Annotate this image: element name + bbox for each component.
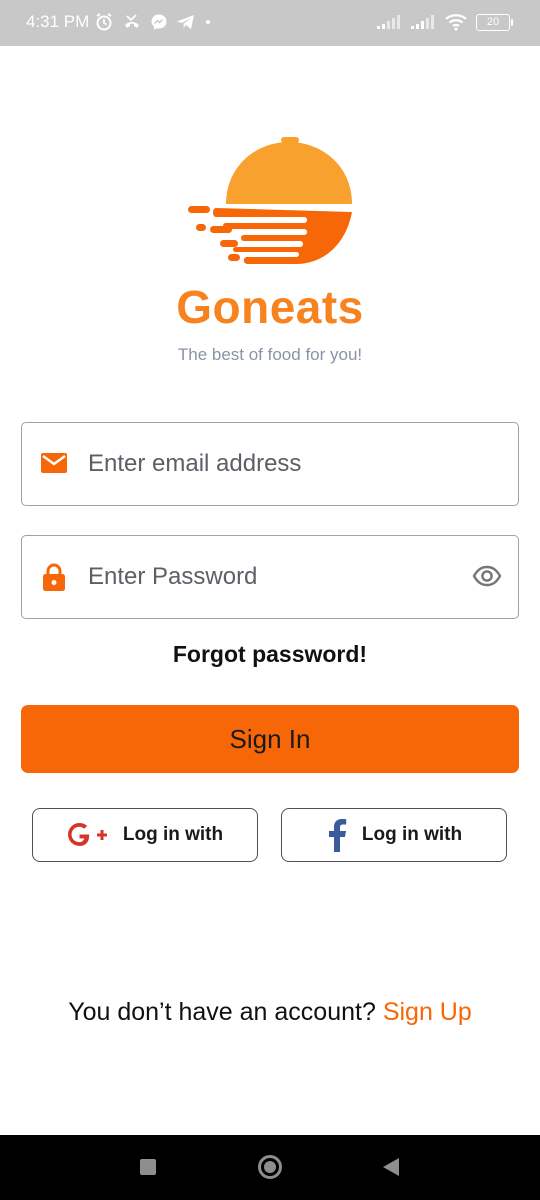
notification-icons (94, 11, 212, 33)
facebook-login-button[interactable]: Log in with (281, 808, 507, 862)
signal-icon (411, 15, 434, 29)
dot-icon (206, 20, 210, 24)
alarm-icon (96, 13, 112, 31)
sign-in-button[interactable]: Sign In (21, 705, 519, 773)
missed-call-icon (125, 14, 139, 28)
signup-prompt-text: You don’t have an account? (68, 998, 376, 1026)
telegram-icon (177, 15, 194, 29)
recent-apps-icon[interactable] (140, 1159, 156, 1175)
eye-icon[interactable] (472, 563, 502, 589)
navigation-bar (0, 1135, 540, 1200)
messenger-icon (151, 14, 167, 30)
signal-icon (377, 15, 400, 29)
system-icons: 20 (376, 11, 513, 33)
tagline: The best of food for you! (177, 345, 363, 364)
signup-prompt: You don’t have an account? Sign Up (0, 998, 540, 1027)
home-icon[interactable] (258, 1155, 282, 1179)
app-name: Goneats (176, 281, 364, 333)
lock-icon (43, 563, 65, 591)
goneats-logo (188, 137, 352, 264)
email-field[interactable] (21, 422, 519, 506)
status-time: 4:31 PM (26, 12, 90, 31)
facebook-login-label: Log in with (361, 824, 463, 845)
back-icon[interactable] (383, 1158, 399, 1176)
email-input[interactable] (88, 423, 458, 505)
google-login-label: Log in with (122, 824, 224, 845)
forgot-password-link[interactable]: Forgot password! (0, 641, 540, 668)
google-plus-icon (67, 822, 107, 846)
facebook-icon (328, 819, 347, 852)
password-input[interactable] (88, 536, 458, 618)
status-bar: 4:31 PM 20 (0, 0, 540, 46)
wifi-icon (445, 14, 467, 31)
battery-icon: 20 (476, 13, 513, 31)
password-field[interactable] (21, 535, 519, 619)
mail-icon (41, 453, 67, 473)
google-login-button[interactable]: Log in with (32, 808, 258, 862)
sign-up-link[interactable]: Sign Up (383, 998, 472, 1026)
